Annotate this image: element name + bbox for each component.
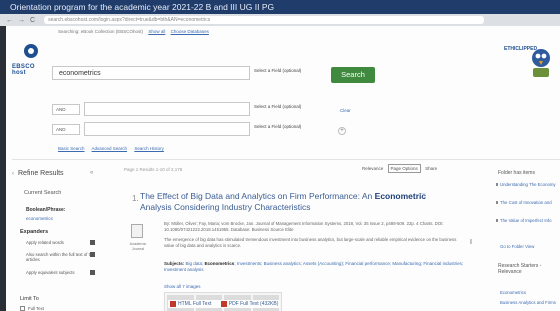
remove-expander-icon[interactable] <box>90 270 95 275</box>
refine-results-panel: ‹ Refine Results « Current Search Boolea… <box>12 160 100 311</box>
search-history-link[interactable]: Search History <box>134 146 164 151</box>
document-type-label: Academic Journal <box>129 242 147 251</box>
expander-label: Apply equivalent subjects <box>26 270 75 275</box>
search-term-input-3[interactable] <box>84 122 250 136</box>
share-button[interactable]: Share <box>425 166 437 171</box>
subjects-label: Subjects: <box>164 261 185 266</box>
expander-item: Also search within the full text of the … <box>26 252 100 262</box>
result-number: 1. <box>132 194 139 203</box>
boolean-phrase-value[interactable]: econometrics <box>26 216 53 221</box>
result-title-part: Analysis Considering Industry Characteri… <box>140 202 311 212</box>
show-images-link[interactable]: Show all 7 images <box>164 284 201 289</box>
mascot-icon <box>532 49 550 77</box>
folder-item[interactable]: The Value of Imperfect Info <box>496 218 558 223</box>
result-subjects: Subjects: Big data; Econometrics; Invest… <box>164 261 464 273</box>
boolean-select-3[interactable]: AND <box>52 124 80 135</box>
add-row-button[interactable]: + <box>338 127 346 135</box>
remove-expander-icon[interactable] <box>90 240 95 245</box>
field-select-1[interactable]: Select a Field (optional) <box>254 68 301 73</box>
research-starters-header: Research Starters - Relevance <box>498 263 542 275</box>
search-mode-links: Basic Search Advanced Search Search Hist… <box>58 146 170 151</box>
basic-search-link[interactable]: Basic Search <box>58 146 85 151</box>
clear-link[interactable]: Clear <box>340 108 351 113</box>
pdf-size: (432KB) <box>260 301 279 308</box>
pdf-icon <box>220 301 227 307</box>
choose-databases-link[interactable]: Choose Databases <box>171 29 209 34</box>
browser-toolbar: ← → C search.ebscohost.com/login.aspx?di… <box>0 14 560 26</box>
folder-header: Folder has items <box>498 170 535 176</box>
checkbox-icon[interactable] <box>20 306 25 311</box>
relevance-sort[interactable]: Relevance <box>362 166 383 171</box>
go-to-folder-link[interactable]: Go to Folder View <box>500 244 534 249</box>
refine-arrow-icon: ‹ <box>12 171 14 177</box>
back-icon[interactable]: ← <box>6 17 13 24</box>
result-title-highlight: Econometric <box>374 191 427 201</box>
sort-bar: Relevance Page Options Share <box>362 164 437 173</box>
searching-databases-line: Searching: eBook Collection (EBSCOhost) … <box>58 29 209 34</box>
document-type: Academic Journal <box>124 224 150 260</box>
pdf-full-text-label: PDF Full Text <box>228 301 259 308</box>
expanders-header: Expanders <box>20 229 49 235</box>
folder-item[interactable]: Understanding The Economy <box>496 182 558 187</box>
ebsco-page: EBSCO host Searching: eBook Collection (… <box>6 26 560 311</box>
result-title-part: The Effect of Big Data and Analytics on … <box>140 191 375 201</box>
subject-link-highlight[interactable]: Econometrics <box>205 261 235 266</box>
expander-label: Also search within the full text of the … <box>26 252 95 262</box>
html-full-text-label: HTML Full Text <box>178 301 212 308</box>
expander-item: Apply related words <box>26 240 100 245</box>
page-options-button[interactable]: Page Options <box>387 164 421 173</box>
folder-item[interactable]: The Cost of Innovation and <box>496 200 558 205</box>
ebsco-logo[interactable]: EBSCO host <box>12 44 46 80</box>
screenshot-frame: Orientation program for the academic yea… <box>0 0 560 311</box>
subject-link[interactable]: Big data; <box>186 261 205 266</box>
limit-full-text[interactable]: Full Text <box>20 306 44 311</box>
expander-item: Apply equivalent subjects <box>26 270 100 275</box>
address-bar[interactable]: search.ebscohost.com/login.aspx?direct=t… <box>44 16 485 24</box>
research-item[interactable]: Business Analytics and Firms <box>500 300 558 305</box>
current-search-header[interactable]: Current Search <box>24 190 61 196</box>
ebsco-logo-text: EBSCO host <box>12 64 35 76</box>
search-term-input-2[interactable] <box>84 102 250 116</box>
add-to-folder-icon[interactable]: ▢ <box>420 192 426 199</box>
forward-icon[interactable]: → <box>18 17 25 24</box>
reload-icon[interactable]: C <box>30 17 35 24</box>
field-select-2[interactable]: Select a Field (optional) <box>254 104 301 109</box>
banner-title: Orientation program for the academic yea… <box>0 0 560 14</box>
browser-window: ← → C search.ebscohost.com/login.aspx?di… <box>0 14 560 311</box>
limit-label: Full Text <box>28 306 44 311</box>
field-select-3[interactable]: Select a Field (optional) <box>254 124 301 129</box>
pdf-full-text-link[interactable]: PDF Full Text (432KB) <box>220 301 279 308</box>
searching-label: Searching: eBook Collection (EBSCOhost) <box>58 29 144 34</box>
remove-expander-icon[interactable] <box>90 252 95 257</box>
right-panel: Folder has items Understanding The Econo… <box>496 160 560 311</box>
mouse-cursor-icon: I <box>470 239 472 246</box>
expander-label: Apply related words <box>26 240 64 245</box>
search-button[interactable]: Search <box>331 67 375 83</box>
result-abstract: The emergence of big data has stimulated… <box>164 237 457 248</box>
research-item[interactable]: Econometrics <box>500 290 558 295</box>
advanced-search-link[interactable]: Advanced Search <box>92 146 128 151</box>
html-icon <box>170 301 176 307</box>
journal-icon <box>131 224 143 238</box>
boolean-phrase-label: Boolean/Phrase: <box>26 207 66 213</box>
html-full-text-link[interactable]: HTML Full Text <box>170 301 211 307</box>
results-summary: Page 1 Results 1-10 of 2,178 <box>124 167 183 172</box>
collapse-panel-icon[interactable]: « <box>90 170 93 176</box>
show-all-link[interactable]: Show all <box>148 29 165 34</box>
result-title-link[interactable]: The Effect of Big Data and Analytics on … <box>140 191 450 213</box>
refine-results-title: Refine Results <box>18 170 64 177</box>
ebsco-logo-icon <box>24 44 38 58</box>
result-citation: By: Müller, Oliver; Fay, Maria; vom Broc… <box>164 221 444 232</box>
search-term-input-1[interactable]: econometrics <box>52 66 250 80</box>
full-text-links: HTML Full Text PDF Full Text (432KB) <box>168 300 281 309</box>
boolean-select-2[interactable]: AND <box>52 104 80 115</box>
limit-to-header: Limit To <box>20 296 39 302</box>
